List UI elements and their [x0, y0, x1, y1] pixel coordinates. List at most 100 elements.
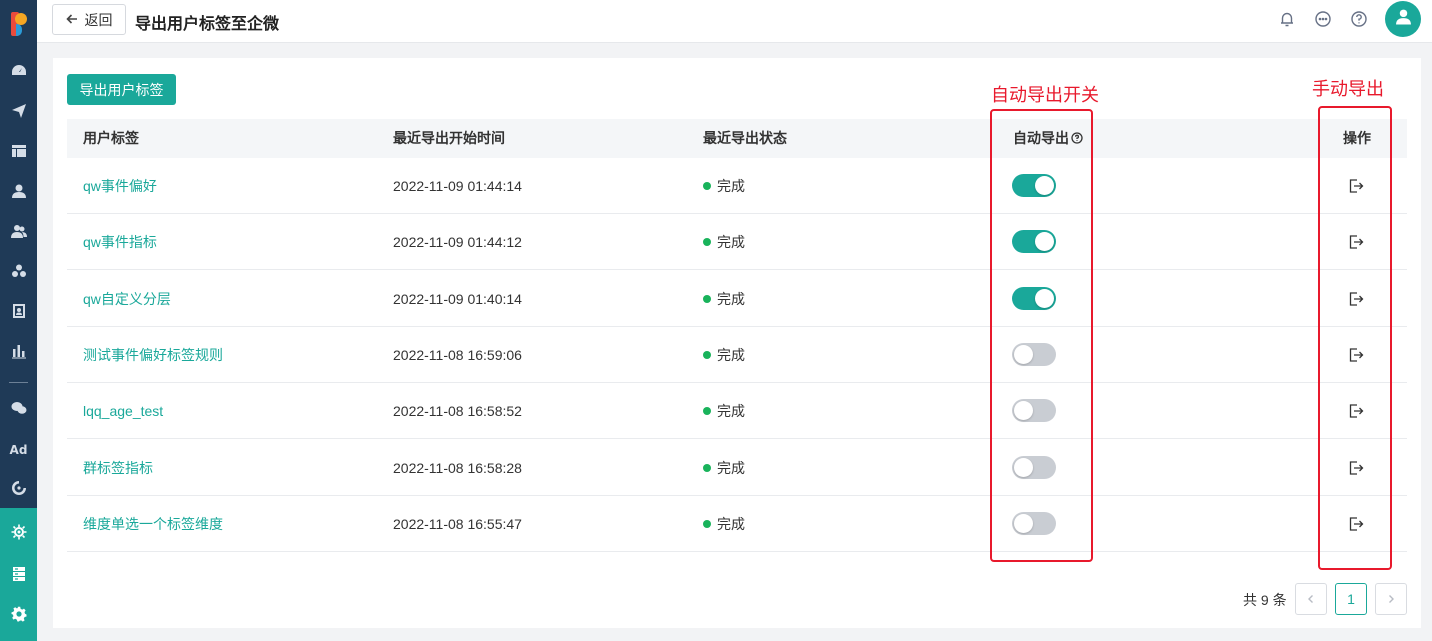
sidebar-item-tag-export[interactable]	[0, 517, 37, 551]
export-start-time: 2022-11-09 01:44:14	[393, 178, 522, 194]
sidebar-item-settings[interactable]	[0, 599, 37, 633]
status-text: 完成	[717, 459, 745, 476]
export-status: 完成	[703, 158, 745, 214]
export-user-tags-button[interactable]: 导出用户标签	[67, 74, 176, 105]
back-button[interactable]: 返回	[52, 4, 126, 35]
sidebar-item-wechat[interactable]	[0, 393, 37, 427]
sidebar-item-user[interactable]	[0, 176, 37, 210]
pagination-total: 共 9 条	[1243, 592, 1287, 608]
notification-button[interactable]	[1278, 10, 1296, 28]
table-row: lqq_age_test 2022-11-08 16:58:52 完成	[67, 383, 1407, 440]
status-text: 完成	[717, 234, 745, 251]
table-row: 群标签指标 2022-11-08 16:58:28 完成	[67, 440, 1407, 496]
export-start-time: 2022-11-09 01:44:12	[393, 234, 522, 251]
tag-name-link[interactable]: 维度单选一个标签维度	[83, 496, 223, 552]
export-status: 完成	[703, 440, 745, 496]
status-dot-icon	[703, 182, 711, 190]
cluster-icon	[11, 263, 27, 284]
ring-icon	[11, 480, 27, 501]
status-dot-icon	[703, 294, 711, 303]
help-button[interactable]	[1350, 10, 1368, 28]
help-circle-icon	[1350, 11, 1368, 32]
sidebar-item-users[interactable]	[0, 216, 37, 250]
chevron-left-icon	[1306, 591, 1316, 607]
tag-name-link[interactable]: 测试事件偏好标签规则	[83, 327, 223, 383]
sidebar-item-ad[interactable]: Ad	[0, 433, 37, 467]
table-header: 用户标签 最近导出开始时间 最近导出状态 自动导出 操作	[67, 119, 1407, 158]
tag-name-link[interactable]: qw事件指标	[83, 214, 157, 270]
chat-icon	[1314, 11, 1332, 32]
top-bar: 返回 导出用户标签至企微	[37, 0, 1432, 43]
column-header-tag: 用户标签	[83, 130, 139, 146]
table-row: 测试事件偏好标签规则 2022-11-08 16:59:06 完成	[67, 327, 1407, 383]
status-text: 完成	[717, 403, 745, 420]
status-dot-icon	[703, 407, 711, 416]
export-start-time: 2022-11-08 16:55:47	[393, 515, 522, 532]
sidebar-item-send[interactable]	[0, 96, 37, 130]
user-icon	[11, 183, 27, 204]
sidebar-item-cluster[interactable]	[0, 256, 37, 290]
sidebar-divider	[9, 382, 28, 383]
status-text: 完成	[717, 178, 745, 194]
annotation-manual-export-label: 手动导出	[1312, 79, 1384, 99]
messages-button[interactable]	[1314, 10, 1332, 28]
tag-export-icon	[11, 524, 27, 545]
sidebar-item-bar-chart[interactable]	[0, 336, 37, 370]
export-start-time: 2022-11-09 01:40:14	[393, 290, 522, 307]
export-status: 完成	[703, 383, 745, 439]
tag-name-link[interactable]: qw自定义分层	[83, 271, 171, 327]
export-start-time: 2022-11-08 16:58:52	[393, 403, 522, 420]
layout-icon	[11, 143, 27, 164]
pagination-prev-button[interactable]	[1295, 583, 1327, 615]
pagination-page-1[interactable]: 1	[1335, 583, 1367, 615]
status-dot-icon	[703, 350, 711, 359]
status-dot-icon	[703, 238, 711, 247]
export-status: 完成	[703, 271, 745, 327]
sidebar-item-ring[interactable]	[0, 473, 37, 507]
ad-icon: Ad	[9, 443, 28, 457]
back-label: 返回	[84, 11, 113, 28]
avatar-user-icon	[1395, 8, 1412, 30]
export-start-time: 2022-11-08 16:59:06	[393, 346, 522, 363]
annotation-manual-export-box	[1318, 106, 1392, 570]
settings-icon	[11, 606, 27, 627]
pagination-next-button[interactable]	[1375, 583, 1407, 615]
export-start-time: 2022-11-08 16:58:28	[393, 459, 522, 476]
export-status: 完成	[703, 327, 745, 383]
tag-name-link[interactable]: 群标签指标	[83, 440, 153, 496]
status-text: 完成	[717, 346, 745, 363]
annotation-auto-export-label: 自动导出开关	[991, 85, 1099, 105]
table-row: 维度单选一个标签维度 2022-11-08 16:55:47 完成	[67, 496, 1407, 552]
app-logo[interactable]	[7, 10, 29, 38]
main-card: 导出用户标签 用户标签 最近导出开始时间 最近导出状态 自动导出 操作 qw事件…	[53, 58, 1421, 628]
status-dot-icon	[703, 519, 711, 528]
status-dot-icon	[703, 463, 711, 472]
server-icon	[11, 566, 27, 587]
column-header-status: 最近导出状态	[703, 130, 787, 146]
status-text: 完成	[717, 515, 745, 532]
table-row: qw事件指标 2022-11-09 01:44:12 完成	[67, 214, 1407, 271]
tag-name-link[interactable]: lqq_age_test	[83, 383, 163, 439]
bell-icon	[1278, 12, 1296, 32]
send-icon	[11, 103, 27, 124]
page-title: 导出用户标签至企微	[135, 16, 280, 33]
table-row: qw自定义分层 2022-11-09 01:40:14 完成	[67, 271, 1407, 327]
sidebar-item-dashboard[interactable]	[0, 56, 37, 90]
tag-name-link[interactable]: qw事件偏好	[83, 158, 157, 214]
user-avatar[interactable]	[1385, 1, 1421, 37]
export-status: 完成	[703, 496, 745, 552]
dashboard-icon	[11, 63, 27, 84]
status-text: 完成	[717, 290, 745, 307]
portrait-icon	[11, 303, 27, 324]
sidebar-item-portrait[interactable]	[0, 296, 37, 330]
chevron-right-icon	[1386, 591, 1396, 607]
sidebar-item-server[interactable]	[0, 559, 37, 593]
bar-chart-icon	[11, 343, 27, 364]
column-header-time: 最近导出开始时间	[393, 130, 505, 146]
export-status: 完成	[703, 214, 745, 270]
sidebar-item-layout[interactable]	[0, 136, 37, 170]
wechat-icon	[11, 400, 27, 421]
arrow-left-icon	[65, 12, 78, 28]
users-icon	[10, 223, 27, 244]
annotation-auto-export-box	[990, 109, 1093, 562]
